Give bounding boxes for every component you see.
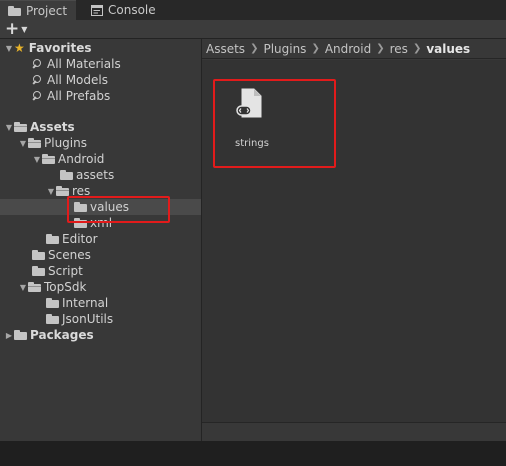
expand-arrow-icon[interactable]: ▼ bbox=[32, 154, 42, 164]
folder-icon bbox=[46, 234, 59, 244]
tree-item-label: Favorites bbox=[28, 41, 92, 55]
tree-item-assets[interactable]: ▼ Assets bbox=[0, 119, 201, 135]
tree-item-label: assets bbox=[76, 168, 115, 182]
tree-item-label: Packages bbox=[30, 328, 94, 342]
tree-item-label: All Prefabs bbox=[47, 89, 111, 103]
console-icon bbox=[91, 4, 103, 16]
tree-item-scenes[interactable]: Scenes bbox=[0, 247, 201, 263]
expand-arrow-icon[interactable]: ▼ bbox=[4, 43, 14, 53]
tab-project[interactable]: Project bbox=[0, 0, 76, 20]
breadcrumb-item-res[interactable]: res bbox=[390, 42, 408, 56]
folder-icon bbox=[32, 266, 45, 276]
breadcrumb: Assets ❯ Plugins ❯ Android ❯ res ❯ value… bbox=[202, 39, 506, 59]
bottom-bar bbox=[0, 441, 506, 466]
breadcrumb-item-android[interactable]: Android bbox=[325, 42, 371, 56]
tree-item-label: JsonUtils bbox=[62, 312, 114, 326]
tree-item-android[interactable]: ▼ Android bbox=[0, 151, 201, 167]
status-bar bbox=[202, 422, 506, 442]
tree-item-label: Scenes bbox=[48, 248, 91, 262]
folder-open-icon bbox=[56, 186, 69, 196]
tab-console[interactable]: Console bbox=[83, 0, 164, 20]
breadcrumb-item-values[interactable]: values bbox=[426, 42, 470, 56]
search-icon bbox=[32, 90, 43, 102]
tab-console-label: Console bbox=[108, 3, 156, 17]
plus-icon: + bbox=[5, 19, 20, 39]
tab-project-label: Project bbox=[26, 3, 68, 18]
folder-icon bbox=[46, 314, 59, 324]
tree-item-jsonutils[interactable]: JsonUtils bbox=[0, 311, 201, 327]
search-icon bbox=[32, 58, 43, 70]
tree-item-label: Internal bbox=[62, 296, 109, 310]
highlight-box-strings bbox=[213, 79, 336, 168]
chevron-right-icon: ❯ bbox=[250, 43, 259, 54]
tree-item-label: Editor bbox=[62, 232, 98, 246]
tree-item-packages[interactable]: ▶ Packages bbox=[0, 327, 201, 343]
folder-open-icon bbox=[42, 154, 55, 164]
folder-icon bbox=[8, 5, 21, 16]
chevron-right-icon: ❯ bbox=[412, 43, 422, 54]
expand-arrow-icon[interactable]: ▼ bbox=[18, 282, 28, 292]
tree-item-all-prefabs[interactable]: All Prefabs bbox=[0, 88, 201, 104]
chevron-right-icon: ❯ bbox=[311, 43, 320, 54]
tree-item-assets-folder[interactable]: assets bbox=[0, 167, 201, 183]
tree-item-internal[interactable]: Internal bbox=[0, 295, 201, 311]
search-icon bbox=[32, 74, 43, 86]
tree-item-label: All Materials bbox=[47, 57, 121, 71]
folder-icon bbox=[14, 330, 27, 340]
tree-item-script[interactable]: Script bbox=[0, 263, 201, 279]
folder-tree: ▼ ★ Favorites All Materials All Models A… bbox=[0, 39, 202, 441]
tree-item-label: Plugins bbox=[44, 136, 87, 150]
highlight-box-values bbox=[67, 196, 170, 223]
tab-bar: Project Console bbox=[0, 0, 506, 20]
breadcrumb-item-assets[interactable]: Assets bbox=[206, 42, 245, 56]
tree-item-topsdk[interactable]: ▼ TopSdk bbox=[0, 279, 201, 295]
folder-icon bbox=[46, 298, 59, 308]
expand-arrow-icon[interactable]: ▼ bbox=[18, 138, 28, 148]
tree-item-editor[interactable]: Editor bbox=[0, 231, 201, 247]
tree-item-plugins[interactable]: ▼ Plugins bbox=[0, 135, 201, 151]
breadcrumb-item-plugins[interactable]: Plugins bbox=[263, 42, 306, 56]
star-icon: ★ bbox=[14, 41, 25, 55]
chevron-right-icon: ❯ bbox=[376, 43, 385, 54]
expand-arrow-icon[interactable]: ▼ bbox=[46, 186, 56, 196]
folder-icon bbox=[60, 170, 73, 180]
project-toolbar: + ▼ bbox=[0, 20, 506, 39]
tree-item-label: Assets bbox=[30, 120, 75, 134]
tree-item-favorites[interactable]: ▼ ★ Favorites bbox=[0, 40, 201, 56]
tree-item-all-materials[interactable]: All Materials bbox=[0, 56, 201, 72]
create-asset-button[interactable]: + ▼ bbox=[5, 21, 33, 38]
chevron-down-icon: ▼ bbox=[21, 25, 28, 34]
folder-open-icon bbox=[28, 138, 41, 148]
collapse-arrow-icon[interactable]: ▶ bbox=[4, 330, 14, 340]
tree-item-label: TopSdk bbox=[44, 280, 87, 294]
folder-open-icon bbox=[28, 282, 41, 292]
tree-item-label: All Models bbox=[47, 73, 108, 87]
folder-icon bbox=[32, 250, 45, 260]
tree-item-label: Script bbox=[48, 264, 83, 278]
expand-arrow-icon[interactable]: ▼ bbox=[4, 122, 14, 132]
folder-open-icon bbox=[14, 122, 27, 132]
tree-item-label: Android bbox=[58, 152, 105, 166]
tree-item-all-models[interactable]: All Models bbox=[0, 72, 201, 88]
